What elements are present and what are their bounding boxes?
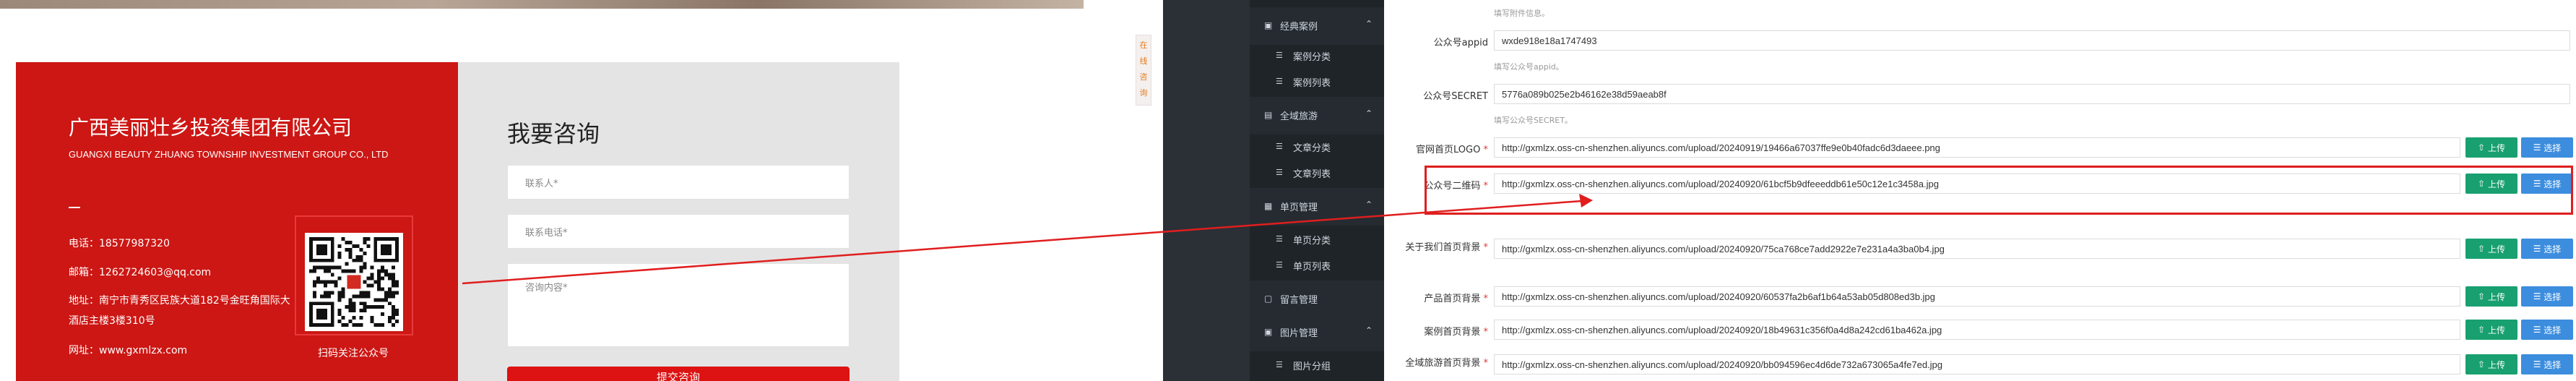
submit-consult-button[interactable]: 提交咨询 xyxy=(507,367,850,381)
list-icon: ☰ xyxy=(1276,51,1283,60)
upload-label: 上传 xyxy=(2487,325,2505,335)
banner-image-strip xyxy=(0,0,1084,9)
contact-phone-input[interactable]: 联系电话* xyxy=(507,214,850,249)
qrcode-row-highlight xyxy=(1425,166,2573,215)
list-icon: ☰ xyxy=(2533,244,2541,254)
field-label-case-bg: 案例首页背景 * xyxy=(1424,327,1488,338)
menu-group-label: 全域旅游 xyxy=(1280,111,1318,122)
chevron-up-icon: ⌃ xyxy=(1365,108,1373,119)
logo-upload-button[interactable]: ⇧ 上传 xyxy=(2465,137,2517,158)
tourism-bg-url-input[interactable]: http://gxmlzx.oss-cn-shenzhen.aliyuncs.c… xyxy=(1494,354,2460,374)
case-bg-upload-button[interactable]: ⇧ 上传 xyxy=(2465,320,2517,340)
field-hint: 填写公众号appid。 xyxy=(1494,62,1564,72)
chevron-up-icon: ⌃ xyxy=(1365,200,1373,210)
field-label-text: 官网首页LOGO xyxy=(1416,145,1481,155)
list-icon: ☰ xyxy=(2533,359,2541,369)
menu-item-page-category[interactable]: 单页分类 xyxy=(1293,233,1331,247)
menu-item-case-category[interactable]: 案例分类 xyxy=(1293,49,1331,63)
select-label: 选择 xyxy=(2543,291,2562,302)
contact-name-input[interactable]: 联系人* xyxy=(507,165,850,200)
contact-website: 网址：www.gxmlzx.com xyxy=(69,345,188,356)
field-label-text: 关于我们首页背景 xyxy=(1405,242,1481,253)
company-name: 广西美丽壮乡投资集团有限公司 xyxy=(69,116,353,140)
tourism-bg-select-button[interactable]: ☰ 选择 xyxy=(2521,354,2573,374)
list-icon: ☰ xyxy=(2533,325,2541,335)
menu-group-label: 单页管理 xyxy=(1280,202,1318,213)
divider xyxy=(69,207,80,208)
upload-icon: ⇧ xyxy=(2478,359,2486,369)
upload-icon: ⇧ xyxy=(2478,244,2486,254)
menu-group-label: 图片管理 xyxy=(1280,328,1318,339)
select-label: 选择 xyxy=(2543,142,2562,153)
menu-item-article-list[interactable]: 文章列表 xyxy=(1293,166,1331,180)
menu-item-case-list[interactable]: 案例列表 xyxy=(1293,75,1331,89)
chevron-up-icon: ⌃ xyxy=(1365,325,1373,335)
field-hint: 填写公众号SECRET。 xyxy=(1494,116,1573,125)
logo-select-button[interactable]: ☰ 选择 xyxy=(2521,137,2573,158)
contact-phone: 电话：18577987320 xyxy=(69,238,170,249)
list-icon: ☰ xyxy=(1276,142,1283,151)
home-icon: ▣ xyxy=(1264,20,1273,30)
folder-icon: ▤ xyxy=(1264,110,1273,120)
admin-dark-strip xyxy=(1163,0,1250,381)
product-bg-select-button[interactable]: ☰ 选择 xyxy=(2521,286,2573,307)
list-icon: ☰ xyxy=(2533,142,2541,153)
list-icon: ☰ xyxy=(1276,260,1283,270)
field-label-appid: 公众号appid xyxy=(1433,38,1488,48)
about-bg-url-input[interactable]: http://gxmlzx.oss-cn-shenzhen.aliyuncs.c… xyxy=(1494,239,2460,259)
field-hint: 填写附件信息。 xyxy=(1494,9,1550,18)
list-icon: ☰ xyxy=(1276,168,1283,177)
image-icon: ▣ xyxy=(1264,327,1273,337)
menu-item-article-category[interactable]: 文章分类 xyxy=(1293,140,1331,154)
menu-item-page-list[interactable]: 单页列表 xyxy=(1293,259,1331,273)
tourism-bg-upload-button[interactable]: ⇧ 上传 xyxy=(2465,354,2517,374)
upload-icon: ⇧ xyxy=(2478,291,2486,301)
case-bg-url-input[interactable]: http://gxmlzx.oss-cn-shenzhen.aliyuncs.c… xyxy=(1494,320,2460,340)
upload-icon: ⇧ xyxy=(2478,325,2486,335)
case-bg-select-button[interactable]: ☰ 选择 xyxy=(2521,320,2573,340)
menu-group-label: 经典案例 xyxy=(1280,22,1318,33)
field-label-tourism-bg: 全域旅游首页背景 * xyxy=(1405,358,1488,369)
select-label: 选择 xyxy=(2543,244,2562,254)
select-label: 选择 xyxy=(2543,325,2562,335)
logo-url-input[interactable]: http://gxmlzx.oss-cn-shenzhen.aliyuncs.c… xyxy=(1494,137,2460,158)
side-float-consult-label: 在线咨询 xyxy=(1139,40,1148,98)
menu-group-label: 留言管理 xyxy=(1280,295,1318,306)
upload-label: 上传 xyxy=(2487,291,2505,302)
field-label-about-bg: 关于我们首页背景 * xyxy=(1405,242,1488,253)
chevron-up-icon: ⌃ xyxy=(1365,19,1373,29)
field-label-text: 全域旅游首页背景 xyxy=(1405,358,1481,369)
list-icon: ☰ xyxy=(1276,234,1283,244)
upload-icon: ⇧ xyxy=(2478,142,2486,153)
form-title: 我要咨询 xyxy=(507,120,600,147)
appid-input[interactable]: wxde918e18a1747493 xyxy=(1494,30,2570,51)
list-icon: ☰ xyxy=(2533,291,2541,301)
field-label-product-bg: 产品首页背景 * xyxy=(1424,294,1488,304)
upload-label: 上传 xyxy=(2487,142,2505,153)
screenshot-gap xyxy=(1153,0,1163,381)
field-label-text: 产品首页背景 xyxy=(1424,294,1481,304)
menu-item-image-group[interactable]: 图片分组 xyxy=(1293,359,1331,372)
product-bg-url-input[interactable]: http://gxmlzx.oss-cn-shenzhen.aliyuncs.c… xyxy=(1494,286,2460,307)
list-icon: ☰ xyxy=(1276,77,1283,86)
contact-email: 邮箱：1262724603@qq.com xyxy=(69,267,212,278)
secret-input[interactable]: 5776a089b025e2b46162e38d59aeab8f xyxy=(1494,84,2570,104)
field-label-secret: 公众号SECRET xyxy=(1423,91,1488,102)
product-bg-upload-button[interactable]: ⇧ 上传 xyxy=(2465,286,2517,307)
file-icon: ▦ xyxy=(1264,201,1273,211)
consult-content-textarea[interactable]: 咨询内容* xyxy=(507,263,850,347)
qr-code-image xyxy=(309,237,399,327)
upload-label: 上传 xyxy=(2487,244,2505,254)
list-icon: ☰ xyxy=(1276,360,1283,369)
select-label: 选择 xyxy=(2543,359,2562,370)
qr-caption: 扫码关注公众号 xyxy=(318,348,389,359)
field-label-logo: 官网首页LOGO * xyxy=(1416,145,1488,155)
company-name-en: GUANGXI BEAUTY ZHUANG TOWNSHIP INVESTMEN… xyxy=(69,149,389,160)
contact-address: 地址：南宁市青秀区民族大道182号金旺角国际大酒店主楼3楼310号 xyxy=(69,295,290,327)
field-label-text: 案例首页背景 xyxy=(1424,327,1481,338)
about-bg-select-button[interactable]: ☰ 选择 xyxy=(2521,239,2573,259)
about-bg-upload-button[interactable]: ⇧ 上传 xyxy=(2465,239,2517,259)
upload-label: 上传 xyxy=(2487,359,2505,370)
message-icon: ▢ xyxy=(1264,294,1273,304)
